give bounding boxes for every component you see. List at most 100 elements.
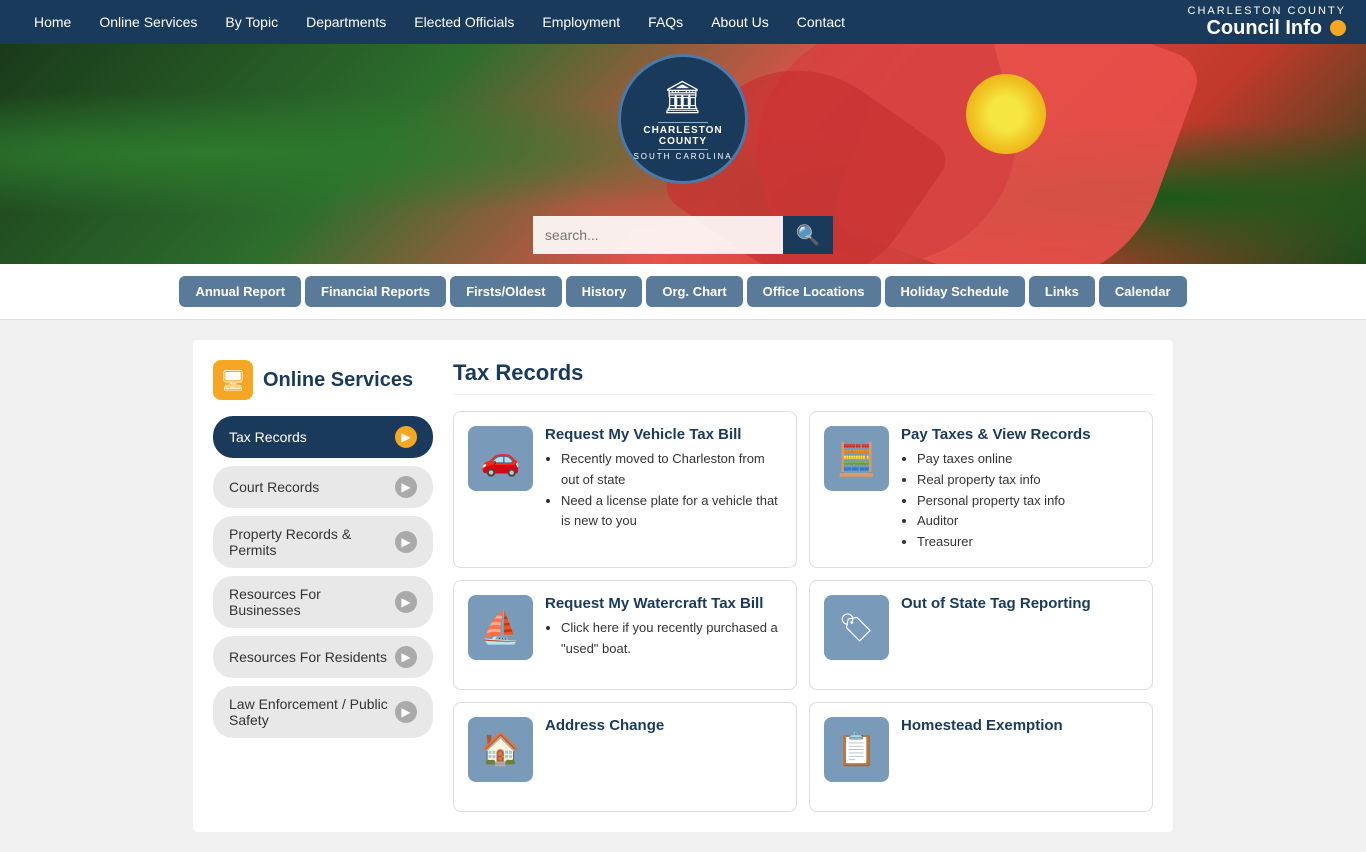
list-item: Click here if you recently purchased a "… — [561, 618, 782, 660]
nav-online-services[interactable]: Online Services — [85, 0, 211, 44]
sidebar-title-area: 🖥 Online Services — [213, 360, 433, 400]
main-content: 🖥 Online Services Tax Records ▶ Court Re… — [193, 340, 1173, 832]
tab-bar: Annual Report Financial Reports Firsts/O… — [0, 264, 1366, 320]
arrow-icon-3: ▶ — [395, 591, 417, 613]
logo-circle: 🏛 CHARLESTON COUNTY SOUTH CAROLINA — [618, 54, 748, 184]
list-item: Auditor — [917, 511, 1138, 532]
card-list-watercraft: Click here if you recently purchased a "… — [545, 618, 782, 660]
search-area: 🔍 — [533, 216, 833, 254]
cards-grid: 🚗 Request My Vehicle Tax Bill Recently m… — [453, 411, 1153, 812]
card-body-vehicle: Request My Vehicle Tax Bill Recently mov… — [545, 426, 782, 553]
list-item: Need a license plate for a vehicle that … — [561, 491, 782, 533]
logo-line1: CHARLESTON — [643, 125, 722, 136]
card-body-out-of-state: Out of State Tag Reporting — [901, 595, 1138, 675]
card-icon-watercraft: ⛵ — [468, 595, 533, 660]
card-list-vehicle: Recently moved to Charleston from out of… — [545, 449, 782, 532]
council-link[interactable]: Council Info — [1206, 17, 1346, 40]
arrow-icon-active: ▶ — [395, 426, 417, 448]
tab-links[interactable]: Links — [1029, 276, 1095, 307]
card-body-watercraft: Request My Watercraft Tax Bill Click her… — [545, 595, 782, 675]
arrow-icon-2: ▶ — [395, 531, 417, 553]
tab-calendar[interactable]: Calendar — [1099, 276, 1187, 307]
sidebar-item-law-enforcement[interactable]: Law Enforcement / Public Safety ▶ — [213, 686, 433, 738]
card-title-address: Address Change — [545, 717, 782, 734]
card-icon-address: 🏠 — [468, 717, 533, 782]
sidebar-item-resources-residents[interactable]: Resources For Residents ▶ — [213, 636, 433, 678]
logo-line3: SOUTH CAROLINA — [633, 152, 732, 161]
tab-holiday-schedule[interactable]: Holiday Schedule — [885, 276, 1025, 307]
online-services-icon: 🖥 — [220, 368, 245, 393]
nav-faqs[interactable]: FAQs — [634, 0, 697, 44]
card-homestead[interactable]: 📋 Homestead Exemption — [809, 702, 1153, 812]
card-out-of-state[interactable]: 🏷 Out of State Tag Reporting — [809, 580, 1153, 690]
card-icon-out-of-state: 🏷 — [824, 595, 889, 660]
sidebar: 🖥 Online Services Tax Records ▶ Court Re… — [213, 360, 433, 812]
card-icon-vehicle: 🚗 — [468, 426, 533, 491]
list-item: Real property tax info — [917, 470, 1138, 491]
home-icon: 🏠 — [481, 730, 521, 768]
card-pay-taxes[interactable]: 🧮 Pay Taxes & View Records Pay taxes onl… — [809, 411, 1153, 568]
nav-employment[interactable]: Employment — [528, 0, 634, 44]
search-icon: 🔍 — [796, 223, 821, 248]
card-title-watercraft: Request My Watercraft Tax Bill — [545, 595, 782, 612]
car-icon: 🚗 — [481, 440, 521, 478]
card-title-vehicle: Request My Vehicle Tax Bill — [545, 426, 782, 443]
nav-links: Home Online Services By Topic Department… — [20, 0, 859, 44]
nav-about-us[interactable]: About Us — [697, 0, 783, 44]
sidebar-item-property-records[interactable]: Property Records & Permits ▶ — [213, 516, 433, 568]
boat-icon: ⛵ — [481, 608, 521, 646]
logo-line2: COUNTY — [659, 136, 707, 147]
hero-flower-center — [966, 74, 1046, 154]
tab-office-locations[interactable]: Office Locations — [747, 276, 881, 307]
card-watercraft[interactable]: ⛵ Request My Watercraft Tax Bill Click h… — [453, 580, 797, 690]
list-item: Personal property tax info — [917, 491, 1138, 512]
calculator-icon: 🧮 — [837, 440, 877, 478]
nav-departments[interactable]: Departments — [292, 0, 400, 44]
arrow-icon-5: ▶ — [395, 701, 417, 723]
logo-divider — [658, 122, 708, 123]
card-body-address: Address Change — [545, 717, 782, 797]
tab-financial-reports[interactable]: Financial Reports — [305, 276, 446, 307]
top-nav: Home Online Services By Topic Department… — [0, 0, 1366, 44]
logo-building-icon: 🏛 — [662, 78, 704, 116]
clipboard-icon: 📋 — [837, 730, 877, 768]
council-info: CHARLESTON COUNTY Council Info — [1188, 5, 1346, 40]
card-icon-pay-taxes: 🧮 — [824, 426, 889, 491]
card-address-change[interactable]: 🏠 Address Change — [453, 702, 797, 812]
list-item: Recently moved to Charleston from out of… — [561, 449, 782, 491]
list-item: Treasurer — [917, 532, 1138, 553]
card-vehicle-tax[interactable]: 🚗 Request My Vehicle Tax Bill Recently m… — [453, 411, 797, 568]
tab-org-chart[interactable]: Org. Chart — [646, 276, 742, 307]
tab-history[interactable]: History — [566, 276, 643, 307]
council-dot — [1330, 20, 1346, 36]
sidebar-title-text: Online Services — [263, 369, 413, 392]
logo-container: 🏛 CHARLESTON COUNTY SOUTH CAROLINA — [618, 54, 748, 184]
arrow-icon-4: ▶ — [395, 646, 417, 668]
content-area: Tax Records 🚗 Request My Vehicle Tax Bil… — [453, 360, 1153, 812]
search-input[interactable] — [533, 216, 783, 254]
card-body-pay-taxes: Pay Taxes & View Records Pay taxes onlin… — [901, 426, 1138, 553]
nav-home[interactable]: Home — [20, 0, 85, 44]
sidebar-icon: 🖥 — [213, 360, 253, 400]
tab-annual-report[interactable]: Annual Report — [179, 276, 301, 307]
list-item: Pay taxes online — [917, 449, 1138, 470]
card-list-pay-taxes: Pay taxes online Real property tax info … — [901, 449, 1138, 553]
logo-divider2 — [658, 149, 708, 150]
hero-banner: 🏛 CHARLESTON COUNTY SOUTH CAROLINA 🔍 — [0, 44, 1366, 264]
tab-firsts-oldest[interactable]: Firsts/Oldest — [450, 276, 561, 307]
card-title-out-of-state: Out of State Tag Reporting — [901, 595, 1138, 612]
tag-icon: 🏷 — [839, 611, 875, 644]
card-title-homestead: Homestead Exemption — [901, 717, 1138, 734]
sidebar-item-resources-businesses[interactable]: Resources For Businesses ▶ — [213, 576, 433, 628]
council-title: CHARLESTON COUNTY — [1188, 5, 1346, 17]
sidebar-item-court-records[interactable]: Court Records ▶ — [213, 466, 433, 508]
arrow-icon-1: ▶ — [395, 476, 417, 498]
sidebar-item-tax-records[interactable]: Tax Records ▶ — [213, 416, 433, 458]
nav-elected-officials[interactable]: Elected Officials — [400, 0, 528, 44]
search-button[interactable]: 🔍 — [783, 216, 833, 254]
nav-contact[interactable]: Contact — [783, 0, 859, 44]
content-title: Tax Records — [453, 360, 1153, 395]
card-title-pay-taxes: Pay Taxes & View Records — [901, 426, 1138, 443]
card-icon-homestead: 📋 — [824, 717, 889, 782]
nav-by-topic[interactable]: By Topic — [211, 0, 292, 44]
